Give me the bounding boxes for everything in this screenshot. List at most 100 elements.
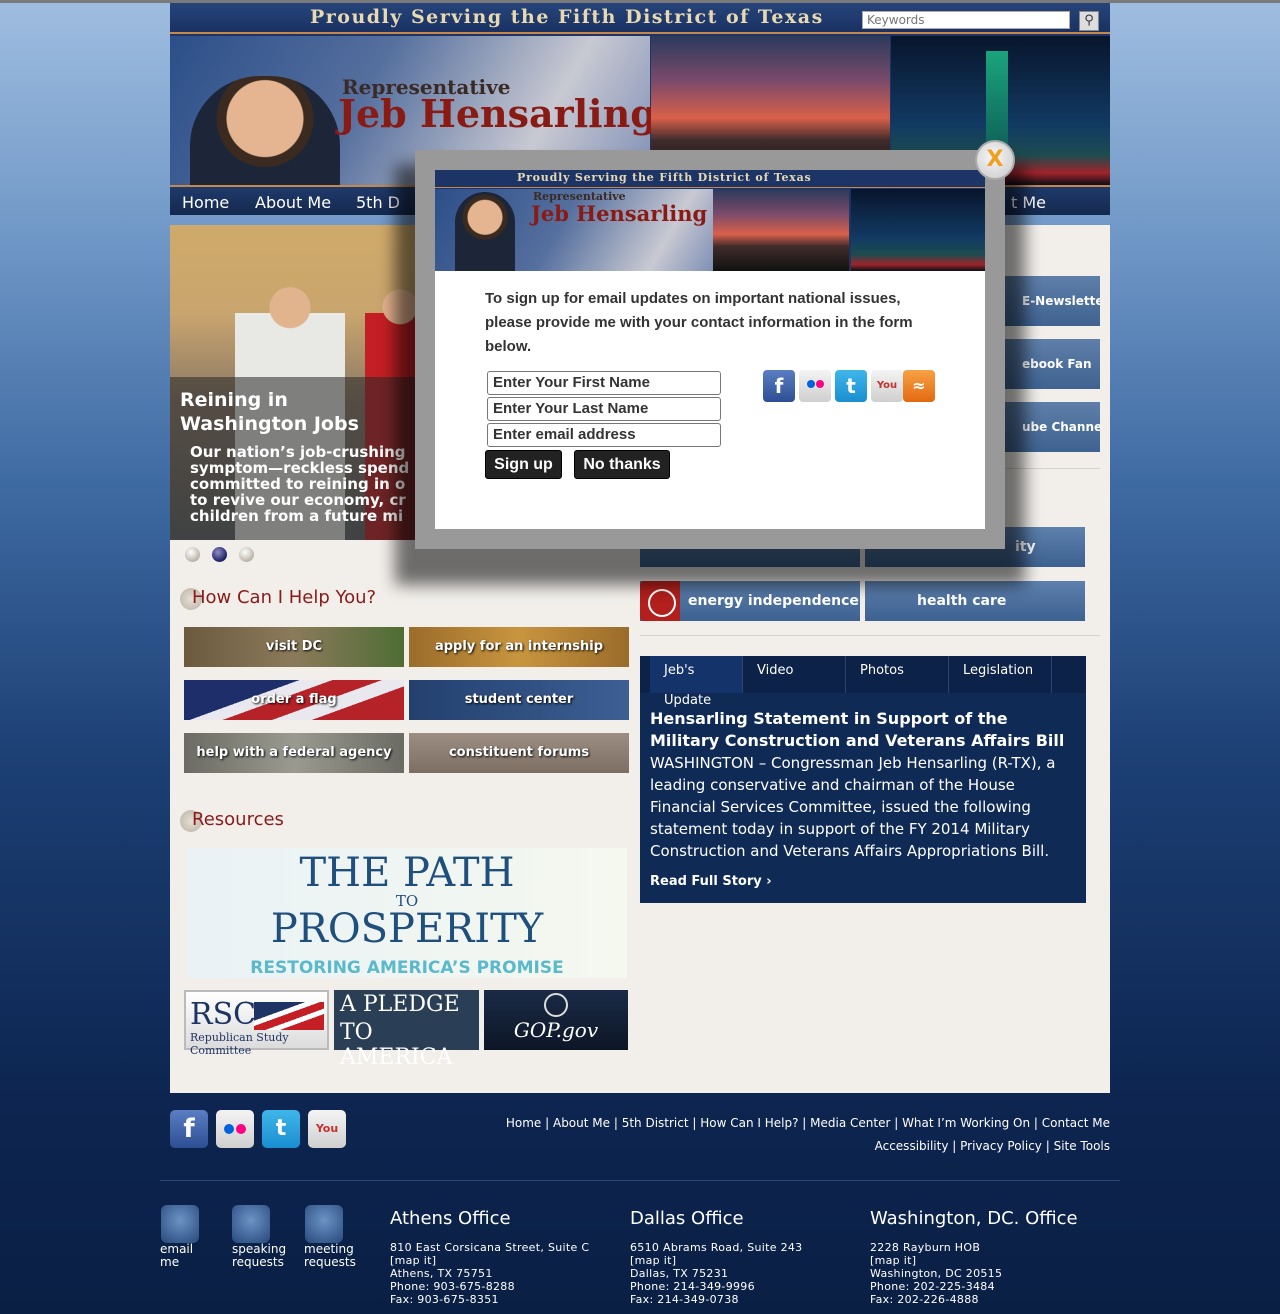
twitter-icon[interactable]: t	[835, 370, 867, 402]
office-fax: Fax: 903-675-8351	[390, 1293, 499, 1306]
gop-gov-link[interactable]: GOP.gov	[484, 990, 628, 1050]
path-to-prosperity-banner[interactable]: THE PATH TO PROSPERITY RESTORING AMERICA…	[187, 848, 627, 978]
nav-home[interactable]: Home	[182, 193, 229, 212]
header-rep-name: Jeb Hensarling	[338, 91, 657, 136]
internship-button[interactable]: apply for an internship	[409, 627, 629, 667]
office-address: 810 East Corsicana Street, Suite C	[390, 1241, 590, 1254]
office-phone: Phone: 903-675-8288	[390, 1280, 515, 1293]
map-it-link[interactable]: [map it]	[630, 1254, 802, 1267]
footer-link[interactable]: Media Center	[810, 1116, 890, 1130]
flickr-icon[interactable]	[799, 370, 831, 402]
sign-up-button[interactable]: Sign up	[485, 450, 562, 479]
footer-link[interactable]: Accessibility	[875, 1139, 949, 1153]
resources-heading-text: Resources	[192, 809, 284, 830]
footer-link[interactable]: How Can I Help?	[700, 1116, 798, 1130]
footer-link[interactable]: 5th District	[622, 1116, 689, 1130]
office-name: Athens Office	[390, 1208, 511, 1229]
office-city: Washington, DC 20515	[870, 1267, 1003, 1280]
footer-link[interactable]: Home	[506, 1116, 541, 1130]
slider-text-line: Our nation’s job-crushing	[190, 444, 406, 461]
federal-agency-button[interactable]: help with a federal agency	[184, 733, 404, 773]
constituent-forums-button[interactable]: constituent forums	[409, 733, 629, 773]
modal-tagline: Proudly Serving the Fifth District of Te…	[517, 171, 812, 184]
first-name-field[interactable]: Enter Your First Name	[487, 371, 721, 395]
slider-text-line: symptom—reckless spend	[190, 459, 410, 477]
rsc-logo-link[interactable]: RSC Republican Study Committee	[184, 990, 329, 1057]
youtube-icon[interactable]: You	[308, 1110, 346, 1148]
facebook-icon[interactable]: f	[763, 370, 795, 402]
pledge-to-america-link[interactable]: A PLEDGE TO AMERICA	[334, 990, 479, 1070]
slider-text-line: to revive our economy, cr	[190, 491, 406, 509]
search-icon[interactable]: ⚲	[1079, 11, 1099, 31]
map-it-link[interactable]: [map it]	[390, 1254, 589, 1267]
flickr-icon[interactable]	[216, 1110, 254, 1148]
read-full-story-link[interactable]: Read Full Story ›	[650, 874, 772, 889]
dallas-office: Dallas Office 6510 Abrams Road, Suite 24…	[630, 1208, 802, 1306]
energy-independence-button[interactable]: energy independence	[640, 581, 860, 621]
slider-title[interactable]: Reining in Washington Jobs	[180, 388, 405, 436]
twitter-icon[interactable]: t	[262, 1110, 300, 1148]
energy-independence-label: energy independence	[688, 593, 859, 609]
rss-icon[interactable]: ≈	[903, 370, 935, 402]
nav-5th-district[interactable]: 5th D	[356, 193, 400, 212]
modal-header-bar: Proudly Serving the Fifth District of Te…	[435, 170, 985, 188]
last-name-field[interactable]: Enter Your Last Name	[487, 397, 721, 421]
visit-dc-button[interactable]: visit DC	[184, 627, 404, 667]
gas-pump-icon	[640, 581, 680, 621]
footer-links: Home | About Me | 5th District | How Can…	[506, 1112, 1110, 1158]
office-city: Dallas, TX 75231	[630, 1267, 729, 1280]
banner-line: THE PATH	[299, 850, 515, 896]
modal-sunset-photo	[713, 189, 849, 271]
nav-about-me[interactable]: About Me	[255, 193, 331, 212]
map-it-link[interactable]: [map it]	[870, 1254, 1078, 1267]
rsc-flag-graphic	[254, 1002, 324, 1030]
student-center-button[interactable]: student center	[409, 680, 629, 720]
footer-link[interactable]: What I’m Working On	[902, 1116, 1030, 1130]
search-input[interactable]	[862, 11, 1070, 29]
footer-link[interactable]: About Me	[553, 1116, 610, 1130]
quick-link-label: requests	[304, 1255, 356, 1269]
health-care-button[interactable]: health care	[865, 581, 1085, 621]
close-icon[interactable]: X	[975, 140, 1015, 180]
tab-photos[interactable]: Photos	[846, 656, 949, 693]
tab-legislation[interactable]: Legislation	[949, 656, 1052, 693]
facebook-icon[interactable]: f	[170, 1110, 208, 1148]
office-name: Dallas Office	[630, 1208, 744, 1229]
slider-dot-3[interactable]	[239, 547, 254, 562]
office-address: 6510 Abrams Road, Suite 243	[630, 1241, 803, 1254]
slider-text-line: committed to reining in o	[190, 475, 406, 493]
meeting-group-icon[interactable]	[305, 1205, 343, 1243]
banner-line: PROSPERITY	[270, 906, 544, 952]
office-fax: Fax: 202-226-4888	[870, 1293, 979, 1306]
footer-link[interactable]: Privacy Policy	[960, 1139, 1042, 1153]
email-me-link[interactable]: email me	[160, 1243, 193, 1269]
modal-message: To sign up for email updates on importan…	[485, 290, 913, 355]
news-headline[interactable]: Hensarling Statement in Support of the M…	[650, 708, 1080, 752]
news-tab-bar: Jeb's Update Video Photos Legislation	[640, 656, 1086, 708]
email-field[interactable]: Enter email address	[487, 423, 721, 447]
divider	[640, 635, 1100, 636]
youtube-icon[interactable]: You	[871, 370, 903, 402]
rsc-logo-subtext: Republican Study Committee	[190, 1031, 289, 1057]
footer-link[interactable]: Site Tools	[1054, 1139, 1110, 1153]
slider-dot-1[interactable]	[185, 547, 200, 562]
order-flag-button[interactable]: order a flag	[184, 680, 404, 720]
meeting-requests-link[interactable]: meeting requests	[304, 1243, 356, 1269]
news-body: WASHINGTON – Congressman Jeb Hensarling …	[650, 754, 1056, 860]
footer-link[interactable]: Contact Me	[1042, 1116, 1110, 1130]
tab-video[interactable]: Video	[743, 656, 846, 693]
washington-office: Washington, DC. Office 2228 Rayburn HOB …	[870, 1208, 1078, 1306]
representative-photo	[190, 76, 340, 185]
quick-link-label: requests	[232, 1255, 284, 1269]
email-envelope-icon[interactable]	[161, 1205, 199, 1243]
eagle-seal-icon	[544, 993, 568, 1017]
microphone-icon[interactable]	[232, 1205, 270, 1243]
modal-skyline-photo	[851, 189, 985, 271]
slider-dot-2[interactable]	[212, 547, 227, 562]
office-address: 2228 Rayburn HOB	[870, 1241, 981, 1254]
modal-header-banner: Proudly Serving the Fifth District of Te…	[435, 170, 985, 271]
tab-jebs-update[interactable]: Jeb's Update	[650, 656, 743, 708]
no-thanks-button[interactable]: No thanks	[574, 450, 670, 479]
footer-divider	[160, 1180, 1120, 1181]
speaking-requests-link[interactable]: speaking requests	[232, 1243, 286, 1269]
